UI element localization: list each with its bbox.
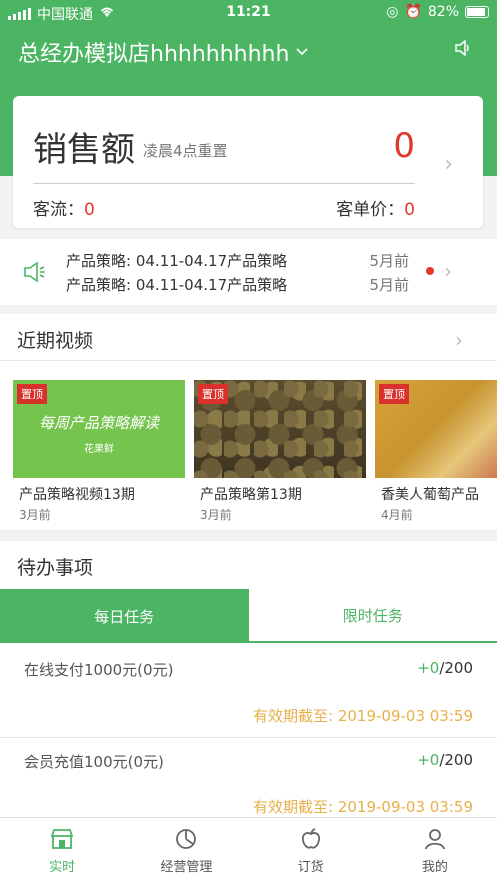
recent-videos-section: 近期视频 › 置顶 每周产品策略解读 花果鲜 产品策略视频13期 3月前 置顶 … [0, 314, 497, 530]
thumbnail-logo: 花果鲜 [84, 444, 114, 455]
status-bar: 中国联通 11:21 ◎ ⏰ 82% [0, 0, 497, 26]
sales-value: 0 [393, 126, 415, 166]
rotation-lock-icon: ◎ [386, 4, 399, 20]
tab-order[interactable]: 订货 [249, 818, 373, 883]
notice-item: 产品策略: 04.11-04.17产品策略 [66, 276, 288, 294]
notice-bar[interactable]: 产品策略: 04.11-04.17产品策略 5月前 产品策略: 04.11-04… [0, 239, 497, 305]
tab-label: 我的 [421, 860, 448, 875]
video-thumbnail: 置顶 每周产品策略解读 花果鲜 [13, 380, 185, 478]
video-time: 4月前 [381, 508, 413, 522]
video-time: 3月前 [200, 508, 232, 522]
task-progress: +0/200 [417, 751, 473, 769]
pinned-badge: 置顶 [198, 384, 228, 404]
sales-divider [33, 183, 415, 184]
task-name: 会员充值100元(0元) [24, 753, 164, 771]
video-card[interactable]: 置顶 每周产品策略解读 花果鲜 产品策略视频13期 3月前 [13, 380, 185, 523]
video-title: 香美人葡萄产品 [381, 487, 479, 503]
thumbnail-text: 每周产品策略解读 [38, 414, 159, 432]
video-thumbnail: 置顶 [194, 380, 366, 478]
divider [0, 360, 497, 361]
pie-chart-icon [176, 829, 197, 849]
tab-mine[interactable]: 我的 [373, 818, 497, 883]
video-time: 3月前 [19, 508, 51, 522]
task-progress: +0/200 [417, 659, 473, 677]
speaker-icon[interactable] [453, 38, 473, 63]
sales-title: 销售额 [33, 130, 135, 170]
tab-business-management[interactable]: 经营管理 [124, 818, 248, 883]
tab-limited-tasks[interactable]: 限时任务 [248, 589, 497, 643]
chevron-right-icon: › [444, 152, 453, 177]
sales-reset-note: 凌晨4点重置 [143, 142, 228, 160]
task-expiry: 有效期截至: 2019-09-03 03:59 [253, 707, 473, 725]
sales-card[interactable]: 销售额 凌晨4点重置 0 › 客流：0 客单价：0 [13, 96, 483, 228]
chevron-right-icon[interactable]: › [455, 328, 463, 352]
store-selector[interactable]: 总经办模拟店hhhhhhhhhh [18, 36, 309, 68]
pinned-badge: 置顶 [17, 384, 47, 404]
video-card[interactable]: 置顶 产品策略第13期 3月前 [194, 380, 366, 523]
bottom-tabbar: 实时 经营管理 订货 我的 [0, 817, 497, 883]
task-expiry: 有效期截至: 2019-09-03 03:59 [253, 798, 473, 816]
section-title: 待办事项 [17, 557, 94, 579]
store-icon [50, 829, 74, 849]
task-item[interactable]: 在线支付1000元(0元) +0/200 有效期截至: 2019-09-03 0… [0, 643, 497, 737]
apple-icon [301, 828, 320, 849]
video-title: 产品策略第13期 [200, 487, 302, 503]
todo-section: 待办事项 每日任务 限时任务 在线支付1000元(0元) +0/200 有效期截… [0, 541, 497, 817]
unread-dot [426, 267, 434, 275]
video-card[interactable]: 置顶 香美人葡萄产品 4月前 [375, 380, 497, 523]
todo-tabs: 每日任务 限时任务 [0, 589, 497, 643]
notice-item: 产品策略: 04.11-04.17产品策略 [66, 252, 288, 270]
chevron-right-icon: › [444, 259, 452, 283]
task-name: 在线支付1000元(0元) [24, 661, 174, 679]
notice-time: 5月前 [369, 276, 409, 294]
section-title: 近期视频 [17, 330, 94, 352]
chevron-down-icon [296, 48, 309, 56]
tab-realtime[interactable]: 实时 [0, 818, 124, 883]
tab-label: 实时 [49, 860, 76, 875]
notice-time: 5月前 [369, 252, 409, 270]
tab-daily-tasks[interactable]: 每日任务 [0, 589, 249, 643]
battery-icon [465, 6, 489, 18]
task-item[interactable]: 会员充值100元(0元) +0/200 有效期截至: 2019-09-03 03… [0, 737, 497, 817]
alarm-icon: ⏰ [404, 4, 422, 20]
pinned-badge: 置顶 [379, 384, 409, 404]
store-name: 总经办模拟店hhhhhhhhhh [18, 42, 290, 67]
video-title: 产品策略视频13期 [19, 487, 135, 503]
avg-price-stat: 客单价：0 [336, 200, 415, 220]
user-icon [424, 829, 445, 850]
tab-label: 经营管理 [160, 860, 213, 875]
traffic-stat: 客流：0 [33, 200, 95, 220]
announcement-speaker-icon [24, 261, 45, 283]
battery-percent: 82% [427, 4, 459, 20]
tab-label: 订货 [297, 860, 324, 875]
video-thumbnail: 置顶 [375, 380, 497, 478]
